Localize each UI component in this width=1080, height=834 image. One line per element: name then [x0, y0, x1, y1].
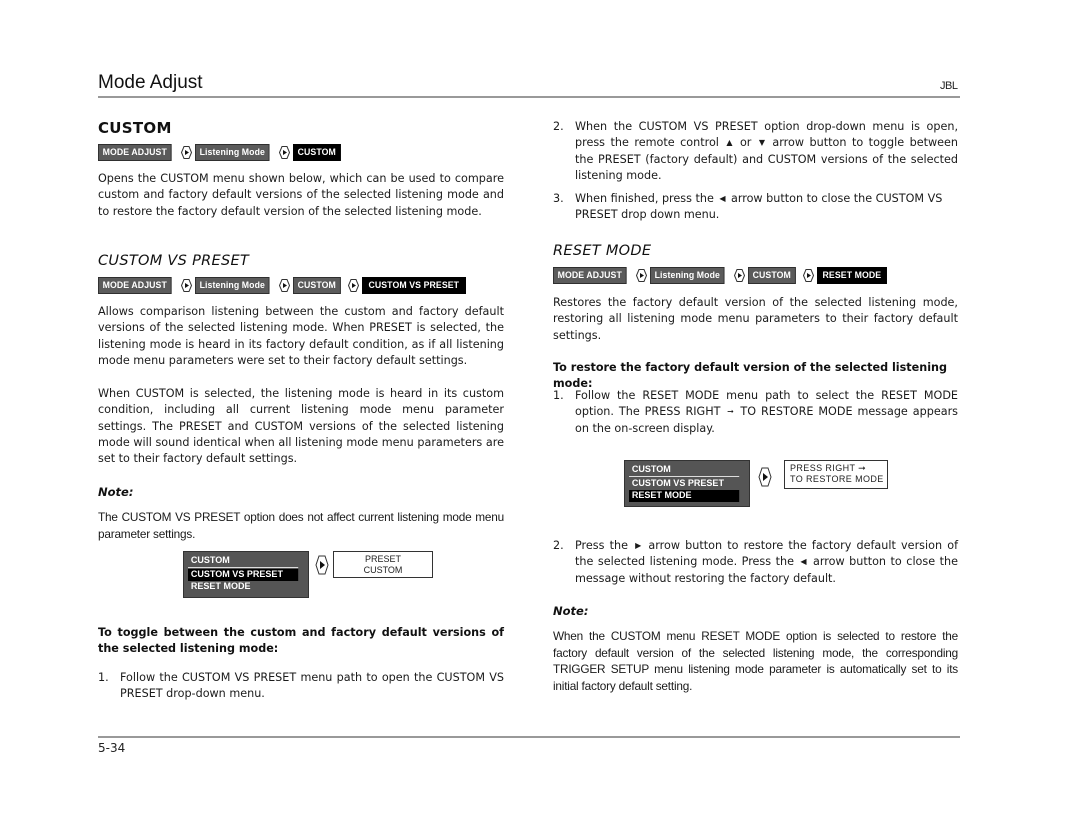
breadcrumb-reset-mode: MODE ADJUST Listening Mode CUSTOM RESET …: [553, 267, 892, 284]
custom-description: Opens the CUSTOM menu shown below, which…: [98, 172, 504, 218]
crumb-custom-vs-preset: CUSTOM VS PRESET: [361, 277, 466, 294]
display-line-preset: PRESET: [364, 554, 401, 564]
display-line-custom: CUSTOM: [363, 565, 403, 575]
display-line-restore-mode: TO RESTORE MODE: [790, 474, 884, 484]
menu-item-reset-mode: RESET MODE: [629, 490, 740, 502]
menu-arrow-icon: [180, 279, 192, 292]
menu-arrow-icon: [733, 269, 745, 282]
crumb-mode-adjust: MODE ADJUST: [98, 277, 172, 294]
osd-display-preset-custom: PRESET CUSTOM: [333, 551, 433, 578]
reset-mode-description: Restores the factory default version of …: [553, 296, 958, 342]
procedure-title-toggle: To toggle between the custom and factory…: [98, 626, 504, 656]
step-2-restore: 2. Press the ▶ arrow button to restore t…: [553, 538, 958, 587]
note-label: Note:: [553, 604, 589, 618]
menu-arrow-icon: [635, 269, 647, 282]
step-text-part: Press the: [575, 539, 634, 553]
breadcrumb-custom: MODE ADJUST Listening Mode CUSTOM: [98, 144, 345, 161]
crumb-reset-mode: RESET MODE: [816, 267, 887, 284]
display-line-press-right: PRESS RIGHT ➞: [790, 463, 867, 473]
right-arrow-button-icon: [758, 467, 772, 487]
crumb-listening-mode: Listening Mode: [194, 144, 270, 161]
page-number: 5-34: [98, 741, 126, 755]
left-arrow-icon: ◀: [800, 557, 807, 567]
step-text: Press the ▶ arrow button to restore the …: [575, 538, 958, 587]
menu-item-custom: CUSTOM: [629, 464, 740, 477]
note-label: Note:: [98, 485, 134, 499]
crumb-listening-mode: Listening Mode: [194, 277, 270, 294]
section-heading-custom: CUSTOM: [98, 119, 172, 137]
step-number: 1.: [98, 671, 109, 684]
menu-arrow-icon: [278, 146, 290, 159]
menu-item-custom: CUSTOM: [188, 555, 299, 568]
custom-vs-preset-para-1: Allows comparison listening between the …: [98, 305, 504, 367]
step-number: 2.: [553, 539, 564, 552]
step-number: 1.: [553, 389, 564, 402]
menu-item-custom-vs-preset: CUSTOM VS PRESET: [631, 478, 724, 489]
note-text: The CUSTOM VS PRESET option does not aff…: [98, 510, 504, 541]
step-text-part: or: [734, 136, 757, 150]
crumb-custom: CUSTOM: [747, 267, 796, 284]
step-number: 2.: [553, 120, 564, 133]
step-3-toggle: 3. When finished, press the ◀ arrow butt…: [553, 191, 958, 224]
osd-custom-menu: CUSTOM CUSTOM VS PRESET RESET MODE: [183, 551, 309, 598]
section-heading-custom-vs-preset: CUSTOM VS PRESET: [98, 253, 250, 269]
breadcrumb-custom-vs-preset: MODE ADJUST Listening Mode CUSTOM CUSTOM…: [98, 277, 474, 294]
menu-item-custom-vs-preset: CUSTOM VS PRESET: [188, 569, 299, 581]
right-arrow-button-icon: [315, 555, 329, 575]
custom-vs-preset-para-2: When CUSTOM is selected, the listening m…: [98, 387, 504, 466]
menu-arrow-icon: [278, 279, 290, 292]
crumb-mode-adjust: MODE ADJUST: [98, 144, 172, 161]
menu-arrow-icon: [802, 269, 814, 282]
brand-logo: JBL: [940, 80, 958, 92]
menu-arrow-icon: [180, 146, 192, 159]
menu-arrow-icon: [347, 279, 359, 292]
step-text-part: When finished, press the: [575, 192, 718, 206]
right-arrow-icon: ▶: [635, 541, 642, 550]
left-arrow-icon: ◀: [719, 194, 726, 203]
step-text: When finished, press the ◀ arrow button …: [575, 191, 958, 224]
osd-display-press-right: PRESS RIGHT ➞ TO RESTORE MODE: [784, 460, 888, 489]
crumb-custom: CUSTOM: [292, 277, 341, 294]
crumb-custom: CUSTOM: [292, 144, 341, 161]
note-text: When the CUSTOM menu RESET MODE option i…: [553, 629, 958, 693]
header-rule: [98, 96, 960, 98]
down-arrow-icon: ▼: [758, 138, 765, 148]
section-heading-reset-mode: RESET MODE: [553, 243, 652, 259]
footer-rule: [98, 736, 960, 738]
right-arrow-icon: ➞: [727, 407, 734, 417]
osd-custom-menu-reset: CUSTOM CUSTOM VS PRESET RESET MODE: [624, 460, 750, 507]
crumb-listening-mode: Listening Mode: [649, 267, 725, 284]
step-text: Follow the CUSTOM VS PRESET menu path to…: [120, 671, 504, 701]
step-1-restore: 1. Follow the RESET MODE menu path to se…: [553, 388, 958, 437]
menu-item-reset-mode: RESET MODE: [190, 581, 251, 592]
step-1-toggle: 1. Follow the CUSTOM VS PRESET menu path…: [98, 670, 504, 703]
step-text: When the CUSTOM VS PRESET option drop-do…: [575, 119, 958, 184]
up-arrow-icon: ▲: [726, 138, 733, 148]
page-title: Mode Adjust: [98, 72, 203, 93]
step-number: 3.: [553, 192, 564, 205]
step-text: Follow the RESET MODE menu path to selec…: [575, 388, 958, 437]
step-2-toggle: 2. When the CUSTOM VS PRESET option drop…: [553, 119, 958, 184]
crumb-mode-adjust: MODE ADJUST: [553, 267, 627, 284]
